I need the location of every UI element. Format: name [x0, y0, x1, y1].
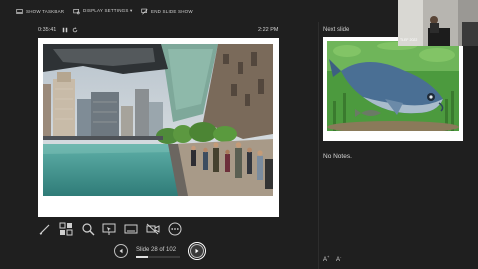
see-all-slides-button[interactable] [59, 222, 73, 236]
show-taskbar-label: SHOW TASKBAR [26, 8, 65, 14]
restart-icon [72, 27, 78, 33]
zoom-icon [82, 223, 95, 236]
slide-progress-bar [136, 256, 180, 258]
slide-counter: Slide 28 of 102 [136, 247, 177, 253]
more-options-button[interactable] [168, 222, 182, 236]
subtitles-button[interactable] [124, 222, 138, 236]
next-slide-preview[interactable] [323, 37, 463, 141]
current-time: 2:22 PM [258, 27, 279, 33]
slide-progress-fill [136, 256, 149, 258]
display-settings-button[interactable]: DISPLAY SETTINGS ▾ [73, 7, 132, 15]
zoom-button[interactable] [81, 222, 95, 236]
speaker-notes: No Notes. [323, 153, 352, 160]
next-slide-heading: Next slide [323, 27, 350, 33]
show-taskbar-button[interactable]: SHOW TASKBAR [16, 7, 64, 15]
increase-font-button[interactable]: A+ [323, 254, 329, 263]
end-slide-show-button[interactable]: END SLIDE SHOW [141, 7, 193, 15]
pen-tool-button[interactable] [38, 222, 52, 236]
slide-photo-chicago-riverwalk [43, 44, 273, 196]
camera-off-icon [146, 223, 160, 235]
webcam-label: TLEF 2022 [400, 38, 418, 42]
pane-divider[interactable] [318, 22, 319, 269]
more-icon [168, 222, 182, 236]
end-show-icon [141, 8, 148, 15]
current-slide[interactable] [38, 38, 279, 217]
slide-grid-icon [59, 222, 73, 236]
elapsed-timer: 0:35:41 [38, 27, 57, 33]
subtitles-icon [124, 224, 138, 234]
decrease-font-button[interactable]: A- [336, 254, 341, 263]
display-settings-icon [73, 8, 80, 14]
display-settings-label: DISPLAY SETTINGS ▾ [83, 8, 133, 13]
end-slide-show-label: END SLIDE SHOW [151, 8, 193, 14]
previous-slide-button[interactable] [114, 244, 128, 258]
pause-icon [62, 27, 68, 33]
laser-pointer-button[interactable] [102, 222, 116, 236]
next-icon [195, 248, 199, 254]
pointer-icon [102, 223, 116, 235]
toggle-camera-button[interactable] [146, 222, 160, 236]
pause-button[interactable] [62, 27, 68, 35]
pen-icon [39, 224, 50, 235]
next-slide-button[interactable] [188, 242, 206, 260]
next-slide-photo-fish [327, 41, 459, 131]
previous-icon [119, 248, 123, 254]
restart-timer-button[interactable] [72, 27, 78, 35]
taskbar-icon [16, 8, 23, 14]
